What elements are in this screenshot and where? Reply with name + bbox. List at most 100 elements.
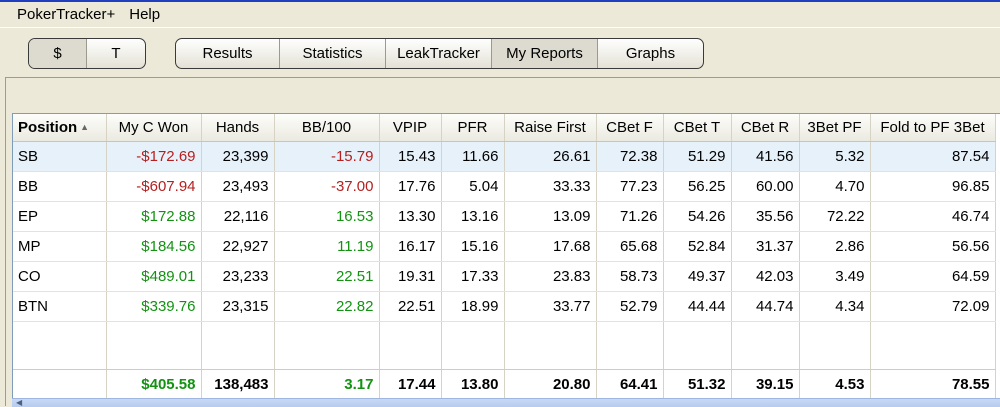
total-cbet-f: 64.41	[596, 369, 664, 400]
cell-hands: 23,493	[201, 171, 275, 202]
total-pfr: 13.80	[441, 369, 505, 400]
cell-fold-to-pf-3bet: 56.56	[870, 231, 996, 262]
cell-3bet-pf: 4.70	[799, 171, 871, 202]
menu-help[interactable]: Help	[122, 2, 167, 28]
graphs-button[interactable]: Graphs	[598, 39, 703, 68]
column-header-position[interactable]: Position ▲	[13, 114, 107, 142]
cell-vpip: 19.31	[379, 261, 442, 292]
sort-ascending-icon: ▲	[80, 121, 90, 132]
column-header-cbet-t[interactable]: CBet T	[663, 114, 732, 142]
cell-fold-to-pf-3bet: 72.09	[870, 291, 996, 322]
column-header-cbet-r[interactable]: CBet R	[731, 114, 800, 142]
column-header-vpip[interactable]: VPIP	[379, 114, 442, 142]
cell-position: EP	[13, 201, 107, 232]
cell-cbet-f: 72.38	[596, 141, 664, 172]
table-row[interactable]: MP $184.56 22,927 11.19 16.17 15.16 17.6…	[13, 231, 996, 262]
position-stats-table: Position ▲ My C Won Hands BB/100 VPIP PFR…	[13, 114, 996, 400]
column-header-bb-100[interactable]: BB/100	[274, 114, 380, 142]
cell-raise-first: 33.33	[504, 171, 597, 202]
table-row[interactable]: CO $489.01 23,233 22.51 19.31 17.33 23.8…	[13, 261, 996, 292]
column-header-pfr[interactable]: PFR	[441, 114, 505, 142]
stats-grid: Position ▲ My C Won Hands BB/100 VPIP PFR…	[12, 113, 1000, 406]
cell-pfr: 15.16	[441, 231, 505, 262]
cell-cbet-f: 71.26	[596, 201, 664, 232]
cell-cbet-t: 52.84	[663, 231, 732, 262]
cell-bb100: 11.19	[274, 231, 380, 262]
total-cbet-r: 39.15	[731, 369, 800, 400]
cell-pfr: 13.16	[441, 201, 505, 232]
tournament-button[interactable]: T	[87, 39, 145, 68]
cell-fold-to-pf-3bet: 96.85	[870, 171, 996, 202]
table-row[interactable]: BTN $339.76 23,315 22.82 22.51 18.99 33.…	[13, 291, 996, 322]
cell-position: BB	[13, 171, 107, 202]
total-fold-to-pf-3bet: 78.55	[870, 369, 996, 400]
cell-3bet-pf: 3.49	[799, 261, 871, 292]
scroll-left-arrow-icon[interactable]: ◀	[16, 399, 30, 407]
column-header-3bet-pf[interactable]: 3Bet PF	[799, 114, 871, 142]
cell-cbet-f: 65.68	[596, 231, 664, 262]
cell-cbet-f: 52.79	[596, 291, 664, 322]
cell-3bet-pf: 2.86	[799, 231, 871, 262]
cell-position: CO	[13, 261, 107, 292]
cell-cbet-t: 54.26	[663, 201, 732, 232]
cell-vpip: 15.43	[379, 141, 442, 172]
total-position	[13, 369, 107, 400]
total-hands: 138,483	[201, 369, 275, 400]
table-header-row: Position ▲ My C Won Hands BB/100 VPIP PFR…	[13, 114, 996, 142]
cell-raise-first: 17.68	[504, 231, 597, 262]
column-header-hands[interactable]: Hands	[201, 114, 275, 142]
cell-raise-first: 26.61	[504, 141, 597, 172]
cell-3bet-pf: 72.22	[799, 201, 871, 232]
cell-3bet-pf: 4.34	[799, 291, 871, 322]
cell-cbet-r: 35.56	[731, 201, 800, 232]
results-button[interactable]: Results	[176, 39, 280, 68]
empty-row	[13, 321, 996, 370]
column-header-fold-to-pf-3bet[interactable]: Fold to PF 3Bet	[870, 114, 996, 142]
table-row[interactable]: BB -$607.94 23,493 -37.00 17.76 5.04 33.…	[13, 171, 996, 202]
toolbar: $ T Results Statistics LeakTracker My Re…	[0, 29, 1000, 77]
cell-vpip: 13.30	[379, 201, 442, 232]
total-bb100: 3.17	[274, 369, 380, 400]
cell-hands: 23,315	[201, 291, 275, 322]
currency-toggle: $ T	[28, 38, 146, 69]
cell-fold-to-pf-3bet: 87.54	[870, 141, 996, 172]
cell-pfr: 5.04	[441, 171, 505, 202]
cell-position: BTN	[13, 291, 107, 322]
cell-won: $184.56	[106, 231, 202, 262]
column-header-raise-first[interactable]: Raise First	[504, 114, 597, 142]
column-header-cbet-f[interactable]: CBet F	[596, 114, 664, 142]
cell-cbet-t: 51.29	[663, 141, 732, 172]
cell-vpip: 17.76	[379, 171, 442, 202]
cell-raise-first: 23.83	[504, 261, 597, 292]
cell-position: MP	[13, 231, 107, 262]
cell-bb100: 22.82	[274, 291, 380, 322]
cell-cbet-r: 44.74	[731, 291, 800, 322]
cell-won: -$172.69	[106, 141, 202, 172]
cell-cbet-r: 60.00	[731, 171, 800, 202]
cell-cbet-r: 42.03	[731, 261, 800, 292]
total-won: $405.58	[106, 369, 202, 400]
totals-row: $405.58 138,483 3.17 17.44 13.80 20.80 6…	[13, 369, 996, 400]
cell-vpip: 22.51	[379, 291, 442, 322]
cell-cbet-t: 49.37	[663, 261, 732, 292]
cell-position: SB	[13, 141, 107, 172]
cell-bb100: -15.79	[274, 141, 380, 172]
table-row[interactable]: SB -$172.69 23,399 -15.79 15.43 11.66 26…	[13, 141, 996, 172]
cell-pfr: 11.66	[441, 141, 505, 172]
menu-bar: PokerTracker+ Help	[0, 2, 1000, 28]
table-row[interactable]: EP $172.88 22,116 16.53 13.30 13.16 13.0…	[13, 201, 996, 232]
cell-pfr: 17.33	[441, 261, 505, 292]
cell-pfr: 18.99	[441, 291, 505, 322]
cell-bb100: -37.00	[274, 171, 380, 202]
column-header-my-c-won[interactable]: My C Won	[106, 114, 202, 142]
cell-won: -$607.94	[106, 171, 202, 202]
cell-fold-to-pf-3bet: 46.74	[870, 201, 996, 232]
menu-pokertracker[interactable]: PokerTracker+	[0, 2, 122, 28]
statistics-button[interactable]: Statistics	[280, 39, 386, 68]
cell-3bet-pf: 5.32	[799, 141, 871, 172]
cell-bb100: 16.53	[274, 201, 380, 232]
cell-won: $172.88	[106, 201, 202, 232]
cash-button[interactable]: $	[29, 39, 87, 68]
my-reports-button[interactable]: My Reports	[492, 39, 598, 68]
leaktracker-button[interactable]: LeakTracker	[386, 39, 492, 68]
